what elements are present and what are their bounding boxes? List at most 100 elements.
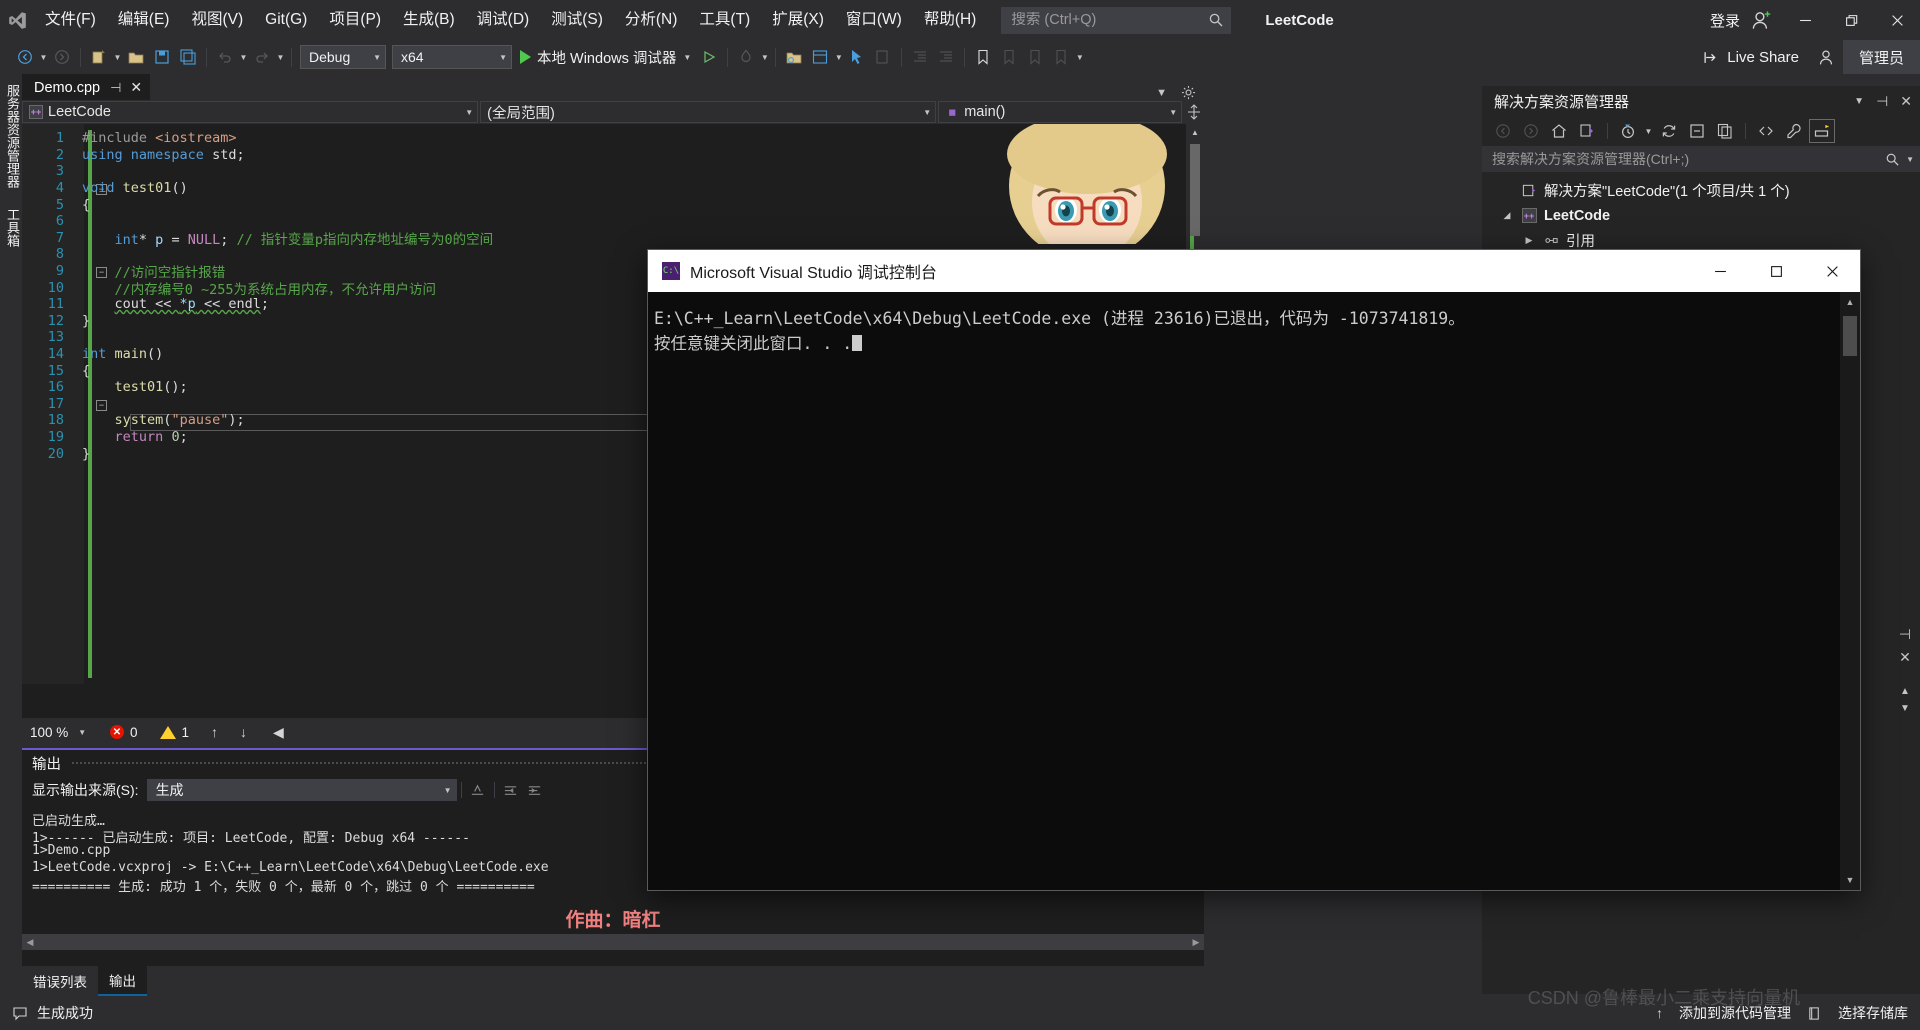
menu-extensions[interactable]: 扩展(X) <box>761 0 835 40</box>
menu-edit[interactable]: 编辑(E) <box>107 0 181 40</box>
next-issue-icon[interactable]: ↓ <box>240 724 247 740</box>
solution-config-combo[interactable]: Debug ▼ <box>300 45 386 69</box>
menu-debug[interactable]: 调试(D) <box>466 0 541 40</box>
live-share-button[interactable]: Live Share <box>1703 46 1843 68</box>
tab-error-list[interactable]: 错误列表 <box>22 966 98 996</box>
preview-selected-items-icon[interactable] <box>1809 119 1835 143</box>
window-minimize-button[interactable] <box>1782 0 1828 40</box>
save-all-icon[interactable] <box>175 44 201 70</box>
quick-launch-search[interactable] <box>1001 6 1232 34</box>
properties-icon[interactable] <box>1781 119 1807 143</box>
toggle-word-wrap-icon[interactable] <box>523 778 547 802</box>
console-close-button[interactable] <box>1804 250 1860 292</box>
pending-changes-caret-icon[interactable]: ▼ <box>1643 118 1654 144</box>
pin-icon[interactable]: ⊣ <box>1899 626 1911 643</box>
zoom-level-combo[interactable]: 100 % ▼ <box>30 722 88 742</box>
toolbar-overflow-icon[interactable]: ▼ <box>1074 44 1085 70</box>
document-tab-demo-cpp[interactable]: Demo.cpp ⊣ ✕ <box>22 74 151 100</box>
start-debugging-button[interactable]: 本地 Windows 调试器 ▼ <box>515 44 696 70</box>
code-line: 4 void test01() <box>55 180 188 197</box>
scroll-thumb[interactable] <box>1843 316 1857 356</box>
start-without-debugging-icon[interactable] <box>696 44 722 70</box>
scroll-down-icon[interactable]: ▼ <box>1840 870 1860 890</box>
collapse-strip-icon[interactable]: ◀ <box>273 724 284 741</box>
tab-overflow-caret-icon[interactable]: ▼ <box>1156 87 1167 99</box>
close-icon[interactable]: ✕ <box>1899 649 1911 666</box>
refresh-icon[interactable] <box>1656 119 1682 143</box>
menu-git[interactable]: Git(G) <box>254 0 318 40</box>
view-code-icon[interactable] <box>1753 119 1779 143</box>
solution-view-icon[interactable] <box>1574 119 1600 143</box>
scroll-left-icon[interactable]: ◀ <box>22 937 38 948</box>
close-icon[interactable]: ✕ <box>1900 93 1912 110</box>
scroll-thumb[interactable] <box>1190 144 1200 236</box>
search-options-caret-icon[interactable]: ▼ <box>1906 155 1914 164</box>
output-horizontal-scrollbar[interactable]: ◀ ▶ <box>22 934 1204 950</box>
new-dropdown-caret-icon[interactable]: ▼ <box>112 44 123 70</box>
scroll-down-icon[interactable]: ▼ <box>1900 703 1910 714</box>
nav-scope-combo[interactable]: (全局范围) ▼ <box>480 101 937 123</box>
pin-icon[interactable]: ⊣ <box>1876 93 1888 110</box>
nav-member-combo[interactable]: ◼ main() ▼ <box>938 101 1183 123</box>
twisty-collapsed-icon[interactable]: ▶ <box>1518 235 1540 246</box>
scroll-up-icon[interactable]: ▲ <box>1186 124 1204 140</box>
pin-icon[interactable]: ⊣ <box>110 80 121 96</box>
menu-tools[interactable]: 工具(T) <box>688 0 761 40</box>
menu-view[interactable]: 视图(V) <box>180 0 254 40</box>
layout-caret-icon[interactable]: ▼ <box>833 44 844 70</box>
home-icon[interactable] <box>1546 119 1572 143</box>
menu-build[interactable]: 生成(B) <box>392 0 466 40</box>
select-repository-button[interactable]: 选择存储库 <box>1838 1003 1908 1023</box>
console-title-bar[interactable]: C:\ Microsoft Visual Studio 调试控制台 <box>648 250 1860 292</box>
bookmark-icon[interactable] <box>970 44 996 70</box>
open-file-icon[interactable] <box>123 44 149 70</box>
window-restore-button[interactable] <box>1828 0 1874 40</box>
console-maximize-button[interactable] <box>1748 250 1804 292</box>
error-count[interactable]: ✕ 0 <box>110 725 138 740</box>
tree-item-solution[interactable]: 解决方案"LeetCode"(1 个项目/共 1 个) <box>1482 178 1920 203</box>
menu-analyze[interactable]: 分析(N) <box>614 0 689 40</box>
tree-item-project[interactable]: ◢ ++ LeetCode <box>1482 203 1920 228</box>
panel-menu-caret-icon[interactable]: ▼ <box>1854 96 1864 107</box>
scroll-up-icon[interactable]: ▲ <box>1840 292 1860 312</box>
navigate-back-icon[interactable] <box>12 44 38 70</box>
menu-window[interactable]: 窗口(W) <box>835 0 913 40</box>
search-input[interactable] <box>1011 12 1209 28</box>
collapse-all-icon[interactable] <box>1684 119 1710 143</box>
tab-output[interactable]: 输出 <box>98 966 147 996</box>
notifications-icon[interactable] <box>12 1005 28 1021</box>
pending-changes-icon[interactable] <box>1615 119 1641 143</box>
solution-search-input[interactable] <box>1492 151 1886 167</box>
window-layout-icon[interactable] <box>807 44 833 70</box>
split-editor-icon[interactable] <box>1184 100 1204 124</box>
menu-help[interactable]: 帮助(H) <box>913 0 988 40</box>
console-minimize-button[interactable] <box>1692 250 1748 292</box>
output-source-combo[interactable]: 生成 ▼ <box>146 779 457 801</box>
sign-in-button[interactable]: 登录 <box>1704 10 1746 31</box>
clear-output-icon[interactable] <box>499 778 523 802</box>
scroll-right-icon[interactable]: ▶ <box>1188 937 1204 948</box>
folder-search-icon[interactable] <box>781 44 807 70</box>
console-output-area[interactable]: E:\C++_Learn\LeetCode\x64\Debug\LeetCode… <box>648 292 1860 890</box>
solution-platform-combo[interactable]: x64 ▼ <box>392 45 512 69</box>
new-project-icon[interactable] <box>86 44 112 70</box>
gear-icon[interactable] <box>1181 85 1196 100</box>
console-scrollbar[interactable]: ▲ ▼ <box>1840 292 1860 890</box>
pointer-select-icon[interactable] <box>844 44 870 70</box>
person-add-icon[interactable] <box>1748 7 1774 33</box>
window-close-button[interactable] <box>1874 0 1920 40</box>
back-dropdown-caret-icon[interactable]: ▼ <box>38 44 49 70</box>
close-icon[interactable]: ✕ <box>130 79 142 96</box>
scroll-up-icon[interactable]: ▲ <box>1900 686 1910 697</box>
warning-count[interactable]: 1 <box>159 725 189 740</box>
menu-test[interactable]: 测试(S) <box>540 0 614 40</box>
previous-issue-icon[interactable]: ↑ <box>211 724 218 740</box>
twisty-expanded-icon[interactable]: ◢ <box>1496 210 1518 221</box>
save-icon[interactable] <box>149 44 175 70</box>
go-to-message-icon[interactable] <box>466 778 490 802</box>
show-all-files-icon[interactable] <box>1712 119 1738 143</box>
menu-project[interactable]: 项目(P) <box>318 0 392 40</box>
nav-project-combo[interactable]: ++ LeetCode ▼ <box>22 101 479 123</box>
solution-explorer-search[interactable]: ▼ <box>1482 146 1920 172</box>
menu-file[interactable]: 文件(F) <box>34 0 107 40</box>
